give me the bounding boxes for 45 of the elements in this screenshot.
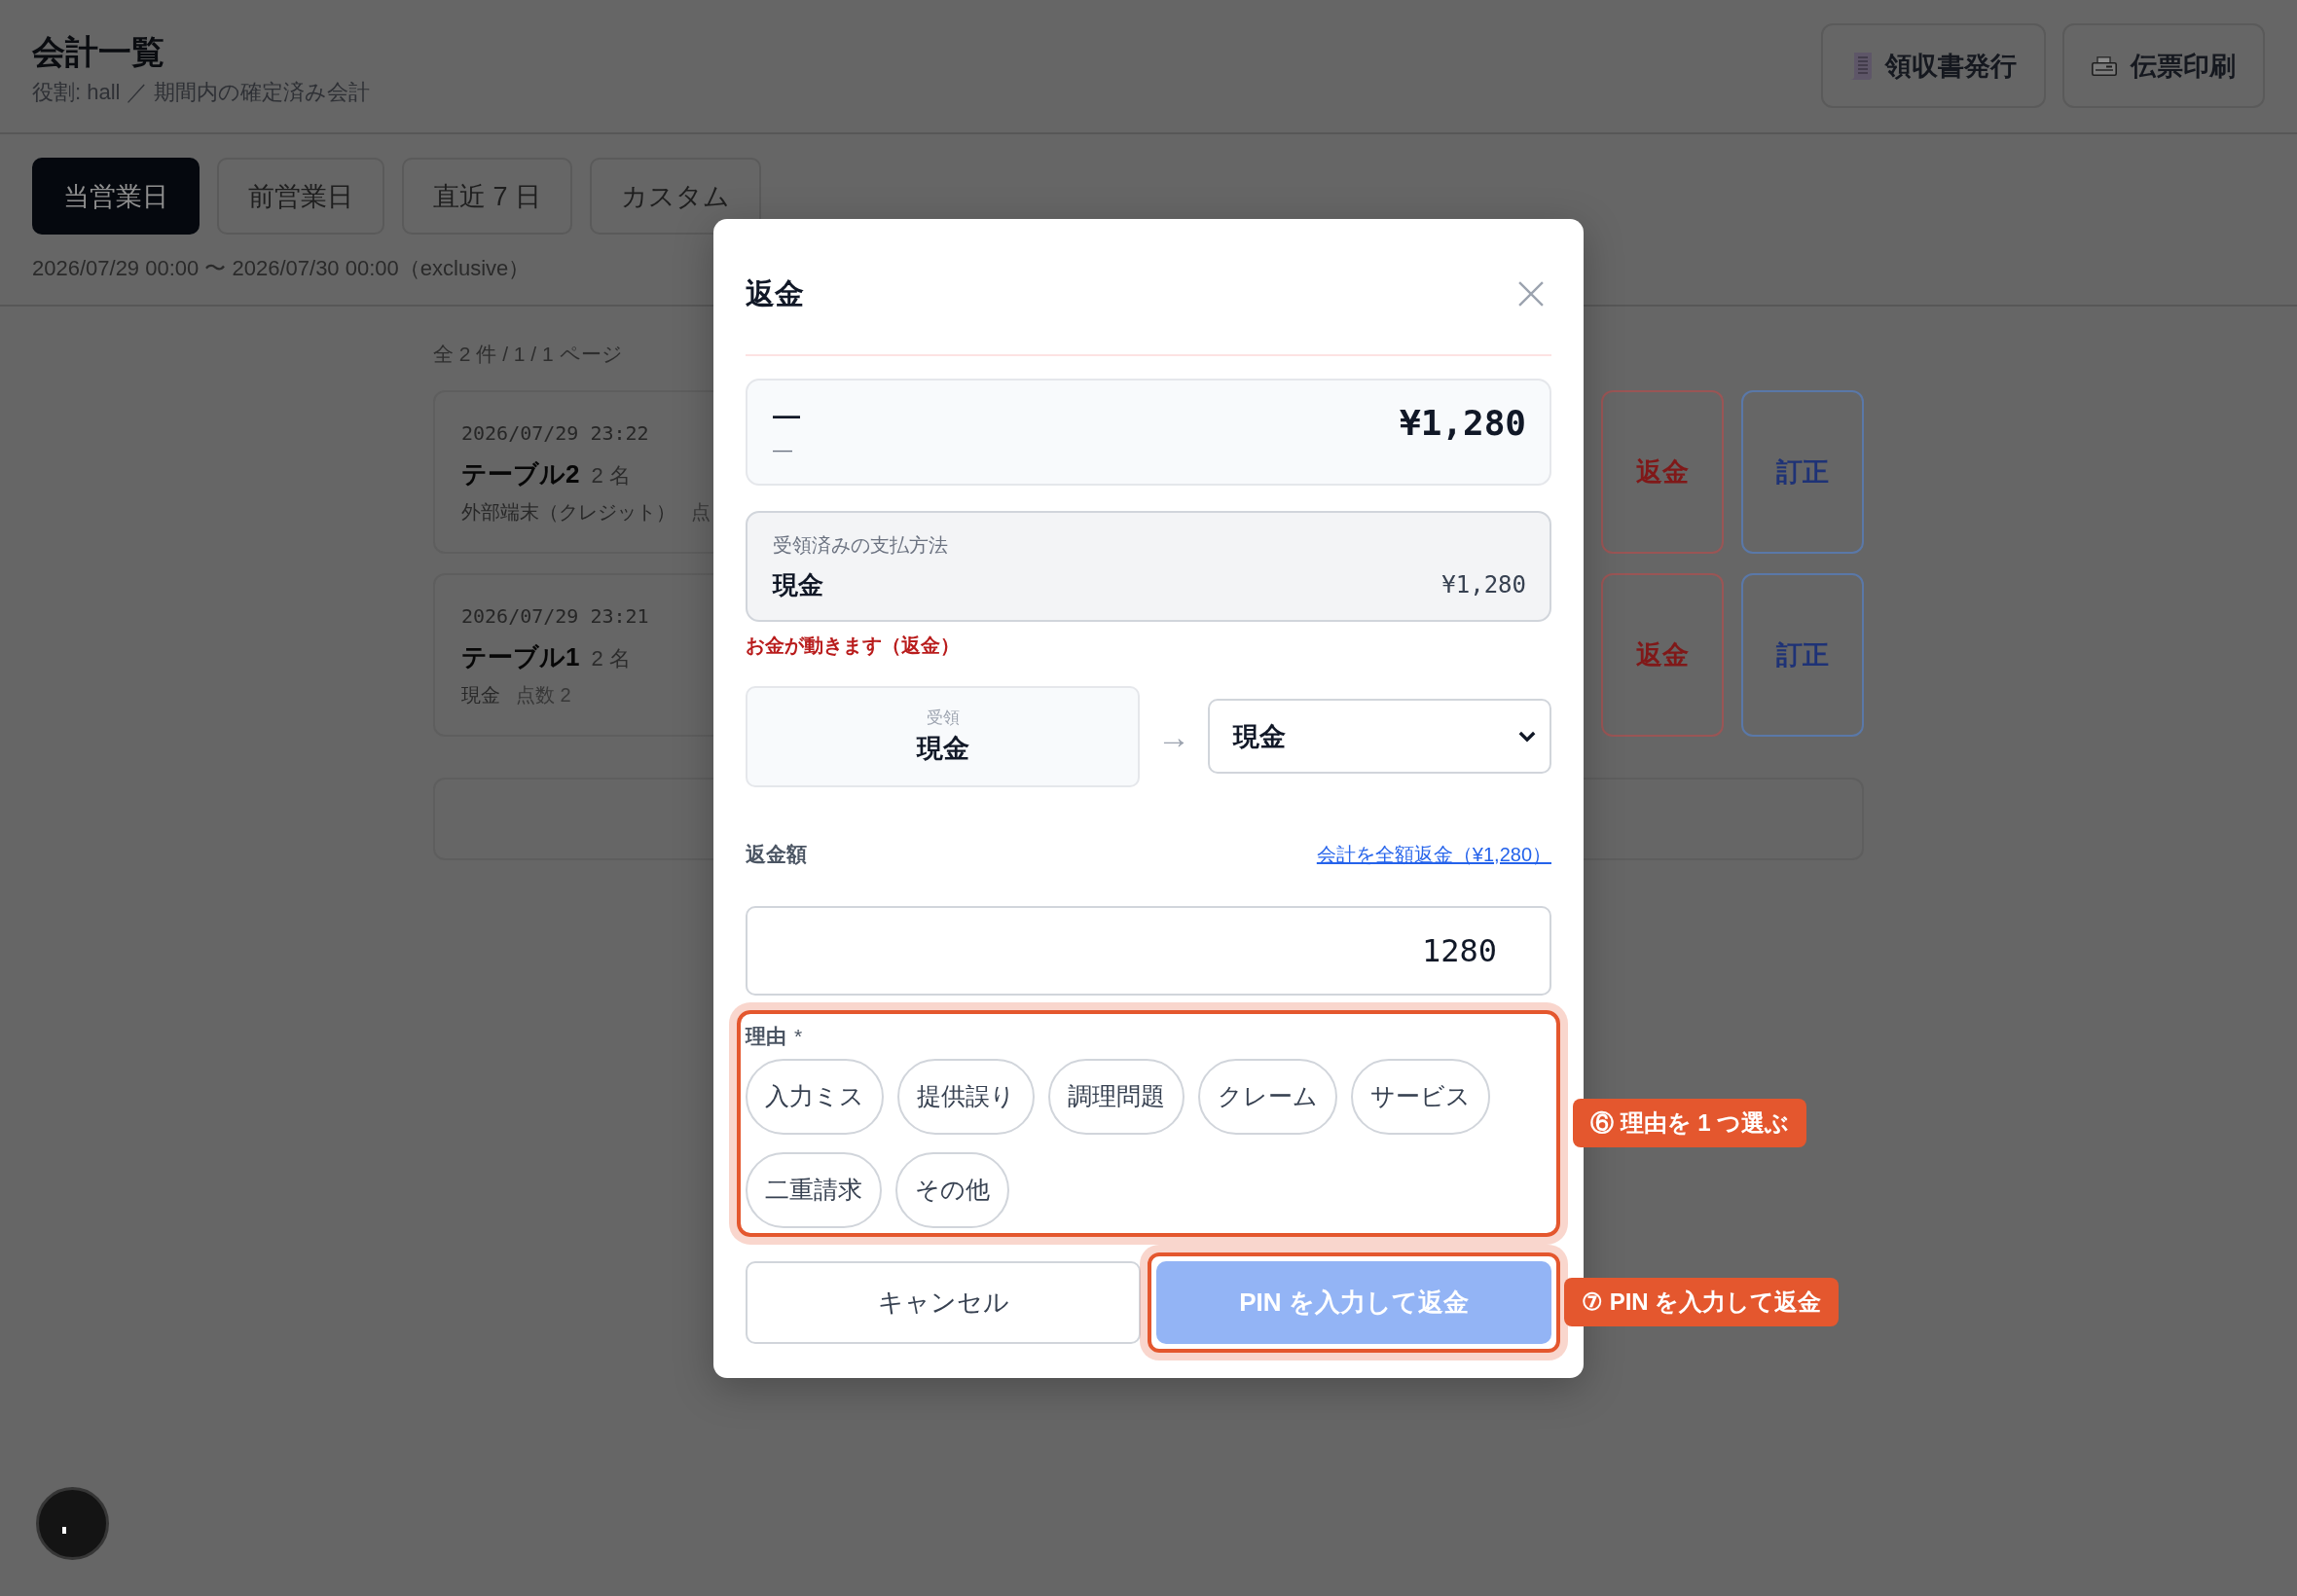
payment-method: 外部端末（クレジット） bbox=[461, 500, 675, 525]
step-callout: ⑦ PIN を入力して返金 bbox=[1564, 1278, 1840, 1326]
step-callout: ⑥ 理由を 1 つ選ぶ bbox=[1573, 1099, 1807, 1147]
warning-text: お金が動きます（返金） bbox=[746, 633, 960, 658]
reason-label: 理由 bbox=[746, 1023, 786, 1049]
from-label: 受領 bbox=[926, 707, 960, 729]
received-method: 現金 bbox=[773, 568, 823, 601]
order-name: — bbox=[773, 398, 800, 432]
order-detail: — bbox=[773, 437, 792, 462]
reason-chip[interactable]: 調理問題 bbox=[1048, 1058, 1185, 1135]
reason-chip[interactable]: クレーム bbox=[1198, 1058, 1337, 1135]
received-amount: ¥1,280 bbox=[1441, 570, 1526, 598]
reason-chip[interactable]: 二重請求 bbox=[746, 1151, 882, 1228]
reason-chip[interactable]: 入力ミス bbox=[746, 1058, 884, 1135]
table-name: テーブル1 bbox=[461, 641, 580, 673]
date-range: 2026/07/29 00:00 〜 2026/07/30 00:00（exclusive） bbox=[32, 255, 530, 282]
reason-chip[interactable]: 提供誤り bbox=[897, 1058, 1035, 1135]
cancel-button[interactable]: キャンセル bbox=[746, 1260, 1141, 1344]
chevron-down-icon bbox=[1518, 730, 1536, 743]
dialog-title: 返金 bbox=[746, 275, 804, 311]
payment-time: 2026/07/29 23:21 bbox=[461, 604, 649, 628]
guest-count: 2 名 bbox=[591, 462, 631, 490]
received-label: 受領済みの支払方法 bbox=[773, 533, 948, 556]
page-subtitle: 役割: hall ／ 期間内の確定済み会計 bbox=[32, 79, 370, 106]
full-refund-link[interactable]: 会計を全額返金（¥1,280） bbox=[1316, 837, 1551, 871]
printer-icon bbox=[2092, 55, 2117, 76]
result-count: 全 2 件 / 1 / 1 ページ bbox=[433, 342, 623, 367]
order-amount: ¥1,280 bbox=[1399, 401, 1526, 445]
payment-method: 現金 bbox=[461, 683, 500, 707]
payment-time: 2026/07/29 23:22 bbox=[461, 421, 649, 445]
close-button[interactable] bbox=[1518, 280, 1544, 307]
close-icon bbox=[1518, 280, 1544, 307]
period-tab[interactable]: 当営業日 bbox=[32, 158, 200, 235]
guest-count: 2 名 bbox=[591, 645, 631, 672]
reason-chip[interactable]: その他 bbox=[895, 1151, 1009, 1228]
required-mark: * bbox=[794, 1023, 803, 1049]
refund-method-select[interactable]: 現金 bbox=[1208, 699, 1551, 774]
arrow-text: → bbox=[1157, 716, 1190, 756]
from-method: 現金 bbox=[916, 732, 969, 765]
reason-chip[interactable]: サービス bbox=[1351, 1058, 1490, 1135]
page-title: 会計一覧 bbox=[32, 32, 164, 72]
amount-label: 返金額 bbox=[746, 841, 807, 867]
table-name: テーブル2 bbox=[461, 458, 580, 490]
receipt-icon bbox=[1850, 52, 1872, 80]
amount-input[interactable]: 1280 bbox=[746, 905, 1551, 996]
